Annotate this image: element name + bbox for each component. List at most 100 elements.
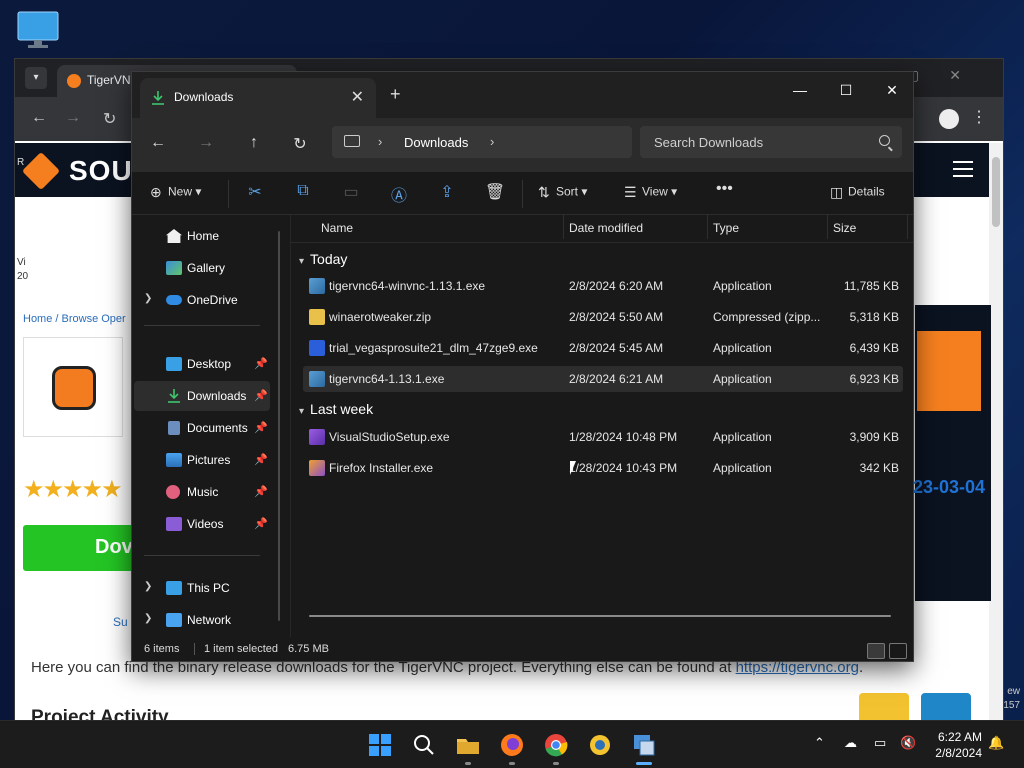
- download-button[interactable]: Dov: [23, 525, 139, 571]
- nav-item-network[interactable]: ❯ Network: [134, 605, 270, 635]
- notification-bell-icon[interactable]: 🔔: [988, 735, 1004, 751]
- nav-item-pictures[interactable]: Pictures 📌: [134, 445, 270, 475]
- column-divider[interactable]: [707, 215, 708, 239]
- column-divider[interactable]: [907, 215, 908, 239]
- file-explorer-window: Downloads ✕ + — ☐ ✕ ← → ↑ ↻ › Downloads …: [131, 71, 914, 662]
- yellow-widget[interactable]: [859, 693, 909, 723]
- tigervnc-installer-icon[interactable]: [630, 731, 658, 759]
- paste-icon[interactable]: ▭: [340, 182, 362, 204]
- profile-avatar[interactable]: [939, 109, 959, 129]
- file-row[interactable]: Firefox Installer.exe 1/28/2024 10:43 PM…: [303, 455, 903, 481]
- column-type[interactable]: Type: [713, 221, 739, 235]
- new-tab-icon[interactable]: +: [390, 84, 401, 105]
- sub-fragment[interactable]: Su: [113, 615, 128, 629]
- file-row[interactable]: winaerotweaker.zip 2/8/2024 5:50 AM Comp…: [303, 304, 903, 330]
- up-icon[interactable]: ↑: [244, 134, 264, 152]
- pin-icon[interactable]: 📌: [254, 421, 268, 434]
- back-icon[interactable]: ←: [31, 109, 47, 127]
- details-view-icon[interactable]: [867, 643, 885, 659]
- nav-item-this-pc[interactable]: ❯ This PC: [134, 573, 270, 603]
- horizontal-scrollbar[interactable]: [309, 615, 891, 617]
- this-pc-desktop-icon[interactable]: [16, 10, 62, 50]
- site-breadcrumb[interactable]: Home / Browse Oper: [23, 313, 126, 325]
- scroll-thumb[interactable]: [992, 157, 1000, 227]
- browser-window-controls[interactable]: ▢✕: [906, 67, 991, 84]
- nav-item-videos[interactable]: Videos 📌: [134, 509, 270, 539]
- chevron-right-icon[interactable]: ›: [378, 134, 382, 149]
- file-row[interactable]: tigervnc64-1.13.1.exe 2/8/2024 6:21 AM A…: [303, 366, 903, 392]
- minimize-icon[interactable]: —: [786, 82, 814, 98]
- nav-item-documents[interactable]: Documents 📌: [134, 413, 270, 443]
- reload-icon[interactable]: ↻: [103, 109, 116, 129]
- forward-icon[interactable]: →: [65, 109, 81, 127]
- firefox-icon[interactable]: [498, 731, 526, 759]
- chevron-up-icon[interactable]: ⌃: [814, 735, 825, 751]
- details-button[interactable]: ◫ Details: [830, 184, 885, 201]
- more-options-icon[interactable]: •••: [716, 180, 733, 198]
- file-row[interactable]: tigervnc64-winvnc-1.13.1.exe 2/8/2024 6:…: [303, 273, 903, 299]
- nav-item-home[interactable]: Home: [134, 221, 270, 251]
- hamburger-menu-icon[interactable]: [953, 161, 973, 177]
- chevron-right-icon[interactable]: ❯: [144, 581, 152, 592]
- nav-item-desktop[interactable]: Desktop 📌: [134, 349, 270, 379]
- nav-item-onedrive[interactable]: ❯ OneDrive: [134, 285, 270, 315]
- network-icon[interactable]: ▭: [874, 735, 886, 751]
- maximize-icon[interactable]: ☐: [832, 82, 860, 99]
- chrome-icon[interactable]: [542, 731, 570, 759]
- refresh-icon[interactable]: ↻: [290, 134, 310, 154]
- column-divider[interactable]: [827, 215, 828, 239]
- browser-menu-icon[interactable]: ⋮: [971, 107, 987, 127]
- view-button[interactable]: ☰ View ▾: [624, 184, 677, 201]
- breadcrumb-downloads[interactable]: Downloads: [404, 135, 468, 150]
- start-icon[interactable]: [366, 731, 394, 759]
- search-input[interactable]: Search Downloads: [640, 126, 902, 158]
- cloud-icon[interactable]: ☁: [844, 735, 857, 751]
- cut-icon[interactable]: ✂: [244, 182, 266, 204]
- file-row[interactable]: VisualStudioSetup.exe 1/28/2024 10:48 PM…: [303, 424, 903, 450]
- column-name[interactable]: Name: [321, 221, 353, 235]
- chevron-right-icon[interactable]: ❯: [144, 293, 152, 304]
- clock[interactable]: 6:22 AM 2/8/2024: [935, 729, 982, 761]
- copy-icon[interactable]: ⧉: [292, 182, 314, 204]
- nav-item-gallery[interactable]: Gallery: [134, 253, 270, 283]
- search-icon[interactable]: [410, 731, 438, 759]
- explorer-tab-downloads[interactable]: Downloads ✕: [140, 78, 376, 118]
- file-row[interactable]: trial_vegasprosuite21_dlm_47zge9.exe 2/8…: [303, 335, 903, 361]
- chevron-down-icon[interactable]: ▾: [299, 256, 304, 267]
- rss-icon[interactable]: [921, 693, 971, 723]
- group-header-today[interactable]: ▾ Today: [299, 251, 347, 267]
- share-icon[interactable]: ⇪: [436, 182, 458, 204]
- gallery-icon: [166, 261, 182, 275]
- chrome-canary-icon[interactable]: [586, 731, 614, 759]
- pin-icon[interactable]: 📌: [254, 517, 268, 530]
- pin-icon[interactable]: 📌: [254, 389, 268, 402]
- pin-icon[interactable]: 📌: [254, 485, 268, 498]
- column-size[interactable]: Size: [833, 221, 856, 235]
- chevron-right-icon[interactable]: ❯: [144, 613, 152, 624]
- delete-icon[interactable]: 🗑: [484, 182, 506, 204]
- close-window-icon[interactable]: ✕: [878, 82, 906, 99]
- tab-search-button[interactable]: ▾: [25, 67, 47, 89]
- file-explorer-icon[interactable]: [454, 731, 482, 759]
- chevron-down-icon[interactable]: ▾: [299, 406, 304, 417]
- sort-button[interactable]: ⇅ Sort ▾: [538, 184, 587, 201]
- rename-icon[interactable]: Ⓐ: [388, 182, 410, 205]
- back-icon[interactable]: ←: [148, 134, 168, 152]
- volume-icon[interactable]: 🔇: [900, 735, 916, 751]
- forward-icon[interactable]: →: [196, 134, 216, 152]
- new-button[interactable]: ⊕ New ▾: [150, 184, 201, 201]
- column-divider[interactable]: [563, 215, 564, 239]
- tiles-view-icon[interactable]: [889, 643, 907, 659]
- sourceforge-logo-icon[interactable]: [21, 151, 61, 191]
- path-breadcrumb[interactable]: › Downloads ›: [332, 126, 632, 158]
- page-scrollbar[interactable]: [989, 143, 1003, 723]
- column-date[interactable]: Date modified: [569, 221, 643, 235]
- close-tab-icon[interactable]: ✕: [351, 87, 364, 107]
- chevron-right-icon[interactable]: ›: [490, 134, 494, 149]
- nav-item-downloads[interactable]: Downloads 📌: [134, 381, 270, 411]
- nav-item-music[interactable]: Music 📌: [134, 477, 270, 507]
- group-header-last-week[interactable]: ▾ Last week: [299, 401, 373, 417]
- nav-scrollbar[interactable]: [278, 231, 280, 621]
- pin-icon[interactable]: 📌: [254, 453, 268, 466]
- pin-icon[interactable]: 📌: [254, 357, 268, 370]
